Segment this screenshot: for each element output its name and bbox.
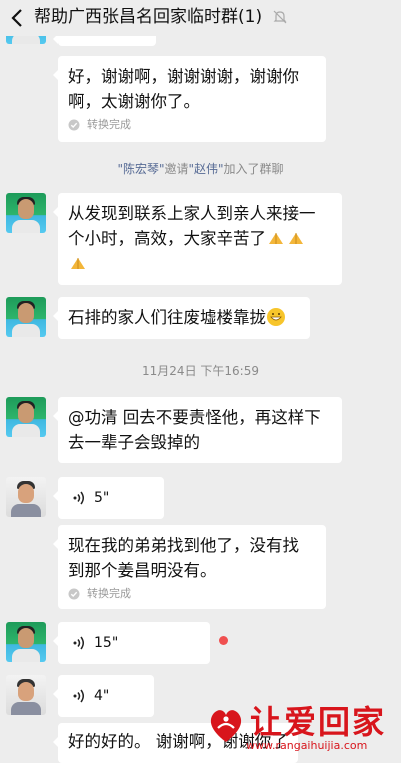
bell-off-icon (273, 10, 287, 24)
grinning-face-icon (267, 308, 285, 326)
inviter-name[interactable]: "陈宏琴" (117, 162, 164, 176)
convert-status: 转换完成 (68, 587, 316, 601)
voice-wave-icon (73, 636, 84, 650)
avatar[interactable] (6, 622, 46, 662)
voice-wave-icon (73, 491, 84, 505)
message-text: 从发现到联系上家人到亲人来接一 (68, 204, 316, 223)
chat-header: 帮助广西张昌名回家临时群(1) (0, 0, 401, 36)
message-bubble[interactable]: 从发现到联系上家人到亲人来接一 个小时，高效，大家辛苦了 (53, 193, 342, 285)
message-text: 石排的家人们往废墟楼靠拢 (68, 308, 266, 327)
system-suffix: 加入了群聊 (223, 162, 284, 176)
check-circle-icon (68, 119, 80, 131)
message-text: 去一辈子会毁掉的 (68, 433, 200, 452)
timestamp: 11月24日 下午16:59 (142, 364, 259, 378)
message-bubble[interactable]: 好，谢谢啊，谢谢谢谢，谢谢你 啊，太谢谢你了。 转换完成 (53, 56, 326, 142)
voice-wave-icon (73, 689, 84, 703)
system-message: "陈宏琴"邀请"赵伟"加入了群聊 (0, 160, 401, 177)
message-text: 个小时，高效，大家辛苦了 (68, 226, 332, 251)
chat-title: 帮助广西张昌名回家临时群(1) (34, 7, 263, 27)
message-text: 啊，太谢谢你了。 (68, 92, 200, 111)
unread-dot (219, 636, 228, 645)
voice-duration: 4" (94, 687, 110, 704)
avatar[interactable] (6, 675, 46, 715)
message-text: 现在我的弟弟找到他了，没有找 (68, 536, 299, 555)
message-bubble[interactable]: 石排的家人们往废墟楼靠拢 (53, 297, 310, 339)
watermark-brand: 让爱回家 (250, 703, 387, 741)
system-verb: 邀请 (164, 162, 189, 176)
message-text: 到那个姜昌明没有。 (68, 561, 217, 580)
avatar[interactable] (6, 193, 46, 233)
convert-status-text: 转换完成 (87, 118, 131, 131)
message-text: @功清 回去不要责怪他，再这样下 (68, 408, 321, 427)
chevron-left-icon[interactable] (8, 7, 28, 29)
invitee-name[interactable]: "赵伟" (189, 162, 224, 176)
avatar[interactable] (6, 297, 46, 337)
avatar[interactable] (6, 397, 46, 437)
message-emoji-line (68, 251, 332, 276)
watermark: 让爱回家 www.rangaihuijia.com (206, 702, 401, 752)
watermark-url: www.rangaihuijia.com (246, 739, 368, 752)
praying-hands-icon (71, 258, 85, 269)
message-bubble[interactable]: 现在我的弟弟找到他了，没有找 到那个姜昌明没有。 转换完成 (53, 525, 326, 609)
avatar[interactable] (6, 477, 46, 517)
message-text: 好，谢谢啊，谢谢谢谢，谢谢你 (68, 67, 299, 86)
voice-message[interactable]: 5" (53, 477, 164, 519)
heart-hands-logo-icon (210, 710, 242, 742)
convert-status-text: 转换完成 (87, 587, 131, 600)
praying-hands-icon (269, 233, 283, 244)
voice-message[interactable]: 4" (53, 675, 154, 717)
message-bubble[interactable]: @功清 回去不要责怪他，再这样下 去一辈子会毁掉的 (53, 397, 342, 463)
convert-status: 转换完成 (68, 118, 316, 132)
voice-message[interactable]: 15" (53, 622, 210, 664)
voice-duration: 15" (94, 634, 119, 651)
check-circle-icon (68, 588, 80, 600)
praying-hands-icon (289, 233, 303, 244)
voice-duration: 5" (94, 489, 110, 506)
